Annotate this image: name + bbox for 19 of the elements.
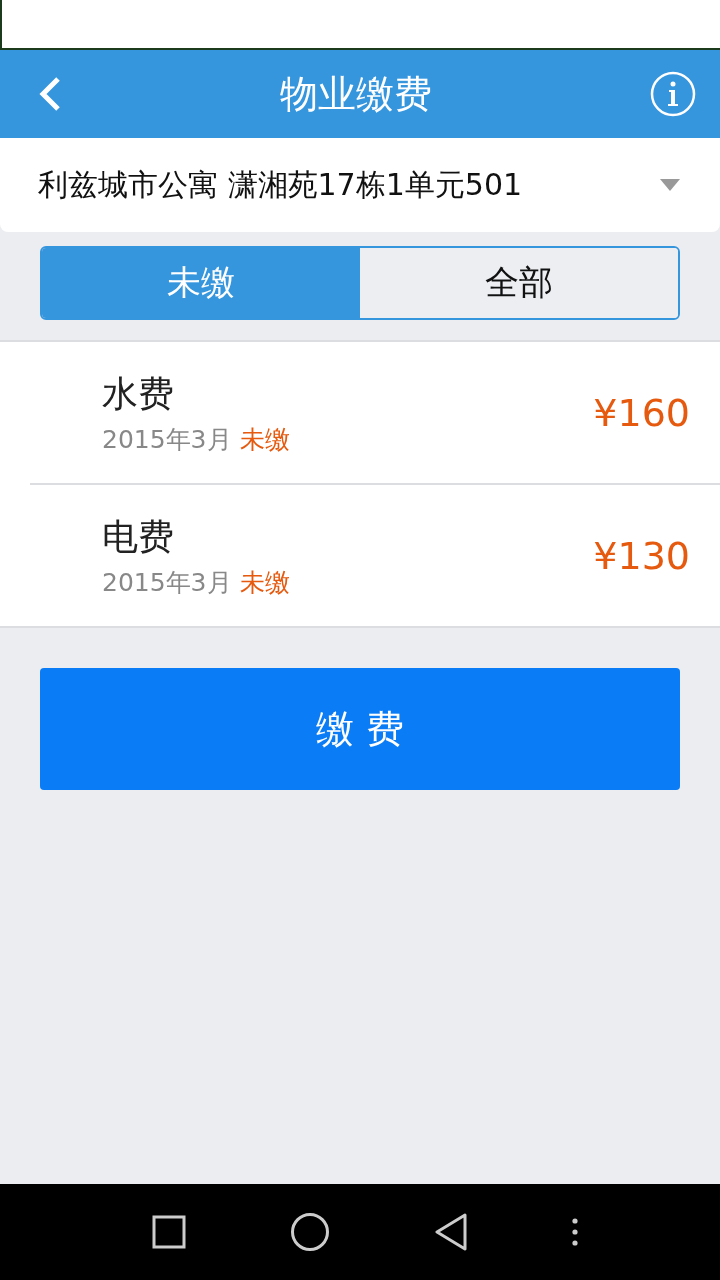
payment-status: 未缴 bbox=[239, 566, 290, 599]
payment-status: 未缴 bbox=[239, 423, 290, 456]
back-triangle-icon[interactable] bbox=[434, 1213, 468, 1251]
address-text: 利兹城市公寓 潇湘苑17栋1单元501 bbox=[38, 165, 523, 204]
bill-name: 电费 bbox=[102, 514, 175, 559]
bill-period: 2015年3月 bbox=[102, 566, 232, 599]
page-title: 物业缴费 bbox=[280, 70, 432, 118]
bill-period: 2015年3月 bbox=[102, 423, 232, 456]
bill-name: 水费 bbox=[102, 371, 175, 416]
more-icon[interactable] bbox=[572, 1218, 578, 1246]
home-icon[interactable] bbox=[290, 1212, 330, 1252]
address-dropdown[interactable]: 利兹城市公寓 潇湘苑17栋1单元501 bbox=[0, 138, 720, 232]
back-icon[interactable] bbox=[38, 76, 62, 112]
caret-icon bbox=[660, 179, 680, 191]
info-icon[interactable] bbox=[650, 71, 696, 117]
bill-amount: ¥130 bbox=[593, 533, 690, 578]
bill-amount: ¥160 bbox=[593, 390, 690, 435]
pay-button[interactable]: 缴 费 bbox=[40, 668, 680, 790]
recent-apps-icon[interactable] bbox=[152, 1215, 186, 1249]
